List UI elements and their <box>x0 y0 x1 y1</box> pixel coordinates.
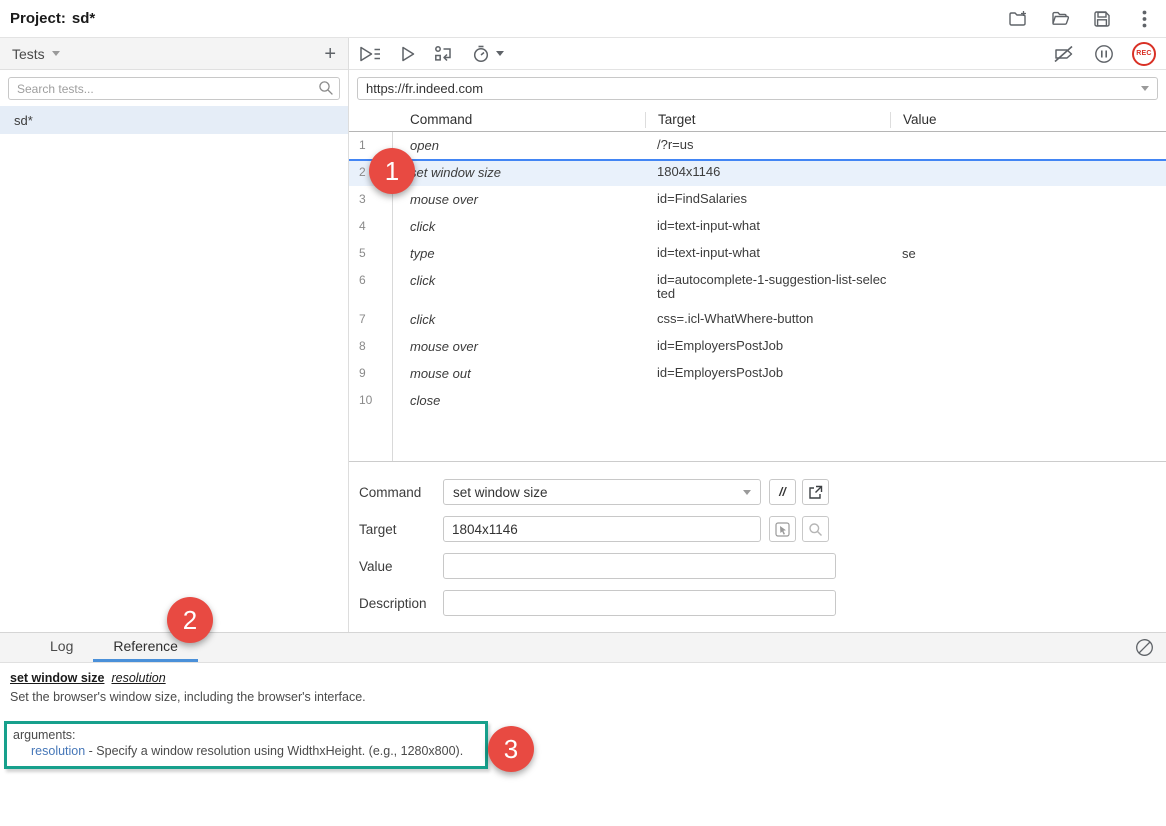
argument-description: - Specify a window resolution using Widt… <box>85 744 464 758</box>
annotation-badge-3: 3 <box>488 726 534 772</box>
find-target-icon[interactable] <box>802 516 829 542</box>
annotation-badge-2: 2 <box>167 597 213 643</box>
playback-toolbar: REC <box>349 38 1166 70</box>
search-tests-input[interactable] <box>8 77 340 100</box>
main-area: Tests + sd* <box>0 38 1166 632</box>
command-column-header[interactable]: Command <box>392 112 645 127</box>
argument-entry: resolution - Specify a window resolution… <box>13 744 479 758</box>
selenium-ide-window: Project: sd* Tests + Search tests... sd*… <box>0 0 1166 826</box>
command-row[interactable]: 9 mouse out id=EmployersPostJob <box>349 360 1166 387</box>
project-name: sd* <box>71 10 96 27</box>
playback-controls <box>359 45 504 63</box>
run-all-tests-icon[interactable] <box>359 46 382 62</box>
command-table-header: Command Target Value <box>349 108 1166 132</box>
command-row[interactable]: 2 set window size 1804x1146 <box>349 159 1166 186</box>
command-row[interactable]: 5 type id=text-input-what se <box>349 240 1166 267</box>
recording-controls: REC <box>1052 41 1156 66</box>
clear-log-icon[interactable] <box>1135 633 1166 662</box>
command-row[interactable]: 3 mouse over id=FindSalaries <box>349 186 1166 213</box>
description-field-label: Description <box>359 595 427 611</box>
command-row[interactable]: 6 click id=autocomplete-1-suggestion-lis… <box>349 267 1166 306</box>
search-icon <box>318 80 334 96</box>
command-rows: 1 open /?r=us 2 set window size 1804x114… <box>349 132 1166 462</box>
new-project-icon[interactable] <box>1008 9 1028 29</box>
tab-log[interactable]: Log <box>30 633 93 662</box>
open-project-icon[interactable] <box>1050 9 1070 29</box>
arguments-label: arguments: <box>13 728 76 742</box>
url-dropdown-icon[interactable] <box>1141 86 1149 91</box>
save-icon[interactable] <box>1092 9 1112 29</box>
test-name: sd* <box>14 112 33 128</box>
reference-command-name: set window size <box>10 671 105 685</box>
test-list-item[interactable]: sd* <box>0 106 348 134</box>
app-header: Project: sd* <box>0 0 1166 38</box>
step-over-icon[interactable] <box>434 45 454 62</box>
command-select[interactable]: set window size <box>443 479 761 505</box>
step-editor-form: Command set window size // Target 1804x1… <box>349 462 1166 632</box>
select-target-icon[interactable] <box>769 516 796 542</box>
pause-on-exceptions-icon[interactable] <box>1094 44 1114 64</box>
bottom-panel: Log Reference set window size resolution … <box>0 632 1166 826</box>
test-list: sd* <box>0 106 348 632</box>
url-row <box>349 70 1166 104</box>
argument-name-link[interactable]: resolution <box>31 744 85 758</box>
value-input[interactable] <box>443 553 836 579</box>
reference-description: Set the browser's window size, including… <box>10 690 366 704</box>
annotation-badge-1: 1 <box>369 148 415 194</box>
command-row[interactable]: 1 open /?r=us <box>349 132 1166 159</box>
speed-caret-icon <box>496 51 504 56</box>
command-row[interactable]: 8 mouse over id=EmployersPostJob <box>349 333 1166 360</box>
kebab-menu-icon[interactable] <box>1134 9 1154 29</box>
disable-breakpoints-icon[interactable] <box>1052 45 1076 63</box>
arguments-highlight-box: arguments: resolution - Specify a window… <box>4 721 488 769</box>
tests-header: Tests + <box>0 38 348 70</box>
reference-panel: set window size resolution Set the browse… <box>0 663 1166 826</box>
test-editor: REC Command Target Value <box>349 38 1166 632</box>
tests-dropdown[interactable]: Tests <box>12 46 60 62</box>
add-test-button[interactable]: + <box>324 44 336 64</box>
command-field-label: Command <box>359 484 422 500</box>
record-button[interactable]: REC <box>1132 41 1156 66</box>
chevron-down-icon <box>51 51 60 56</box>
target-column-header[interactable]: Target <box>645 111 890 128</box>
reference-title: set window size resolution <box>10 671 1156 685</box>
value-field-label: Value <box>359 558 393 574</box>
project-title: Project: sd* <box>10 10 95 27</box>
toggle-comment-button[interactable]: // <box>769 479 796 505</box>
test-speed-icon[interactable] <box>472 45 504 63</box>
command-row[interactable]: 10 close <box>349 387 1166 414</box>
project-label: Project: <box>10 10 66 27</box>
command-row[interactable]: 7 click css=.icl-WhatWhere-button <box>349 306 1166 333</box>
tests-label: Tests <box>12 45 45 62</box>
chevron-down-icon <box>743 489 751 495</box>
base-url-input[interactable] <box>357 77 1158 100</box>
tests-sidebar: Tests + sd* <box>0 38 349 632</box>
header-actions <box>1008 9 1156 29</box>
run-current-test-icon[interactable] <box>400 46 416 62</box>
open-new-window-icon[interactable] <box>802 479 829 505</box>
reference-arg-name: resolution <box>111 671 166 685</box>
target-field-label: Target <box>359 521 397 537</box>
command-row[interactable]: 4 click id=text-input-what <box>349 213 1166 240</box>
search-area <box>0 70 348 106</box>
value-column-header[interactable]: Value <box>890 111 1166 128</box>
description-input[interactable] <box>443 590 836 616</box>
target-input[interactable] <box>443 516 761 542</box>
